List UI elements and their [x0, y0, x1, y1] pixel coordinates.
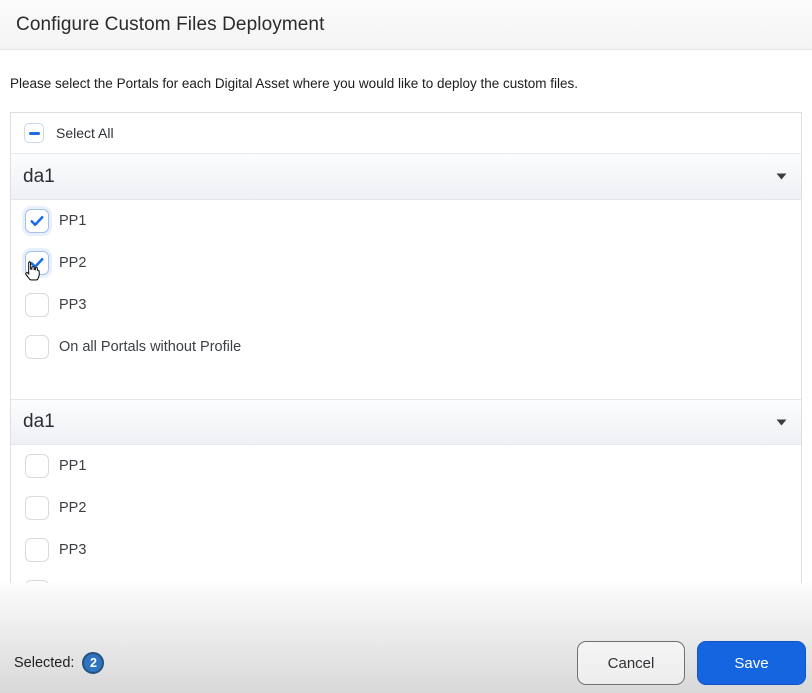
select-all-row[interactable]: Select All — [11, 113, 801, 154]
portal-row-pp1[interactable]: PP1 — [11, 200, 801, 242]
portal-row-all-portals[interactable]: On all Portals without Profile — [11, 326, 801, 368]
portal-label: PP1 — [59, 458, 87, 474]
portal-selection-list: Select All da1 PP1 PP2 PP3 On all Portal… — [10, 112, 802, 583]
dialog-footer — [0, 583, 812, 693]
checkbox-pp1-2[interactable] — [25, 454, 49, 478]
dialog-header: Configure Custom Files Deployment — [0, 0, 812, 50]
save-button[interactable]: Save — [697, 641, 806, 685]
portal-row-all-portals-2-clipped[interactable]: On all Portals without Profile — [11, 571, 801, 583]
chevron-down-icon — [776, 419, 787, 425]
portal-row-pp1-2[interactable]: PP1 — [11, 445, 801, 487]
portal-label: PP2 — [59, 255, 87, 271]
check-icon — [30, 257, 44, 269]
group-header-da1-2[interactable]: da1 — [11, 399, 801, 445]
dialog-description: Please select the Portals for each Digit… — [10, 76, 579, 91]
portal-label: PP1 — [59, 213, 87, 229]
dialog-title: Configure Custom Files Deployment — [16, 13, 325, 35]
select-all-checkbox[interactable] — [24, 123, 44, 143]
selected-summary: Selected: 2 — [14, 652, 105, 674]
select-all-label: Select All — [56, 125, 114, 141]
check-icon — [30, 215, 44, 227]
selected-label: Selected: — [14, 655, 75, 671]
portal-row-pp3-2[interactable]: PP3 — [11, 529, 801, 571]
group-spacer — [11, 368, 801, 399]
portal-row-pp3[interactable]: PP3 — [11, 284, 801, 326]
cancel-button[interactable]: Cancel — [577, 641, 685, 685]
group-2-rows: PP1 PP2 PP3 On all Portals without Profi… — [11, 445, 801, 583]
checkbox-all-portals[interactable] — [25, 335, 49, 359]
indeterminate-dash-icon — [28, 131, 40, 135]
chevron-down-icon — [776, 173, 787, 180]
checkbox-pp2-2[interactable] — [25, 496, 49, 520]
group-header-da1-1[interactable]: da1 — [11, 154, 801, 200]
portal-row-pp2[interactable]: PP2 — [11, 242, 801, 284]
selected-count-badge: 2 — [82, 652, 105, 674]
portal-row-pp2-2[interactable]: PP2 — [11, 487, 801, 529]
group-name: da1 — [23, 411, 55, 432]
portal-label: PP2 — [59, 500, 87, 516]
checkbox-pp1[interactable] — [25, 209, 49, 233]
group-name: da1 — [23, 165, 55, 187]
portal-label: PP3 — [59, 542, 87, 558]
checkbox-pp3[interactable] — [25, 293, 49, 317]
portal-label: PP3 — [59, 297, 87, 313]
group-1-rows: PP1 PP2 PP3 On all Portals without Profi… — [11, 200, 801, 368]
checkbox-pp3-2[interactable] — [25, 538, 49, 562]
portal-label: On all Portals without Profile — [59, 339, 242, 355]
checkbox-pp2[interactable] — [25, 251, 49, 275]
deployment-dialog: Configure Custom Files Deployment Please… — [0, 0, 812, 693]
